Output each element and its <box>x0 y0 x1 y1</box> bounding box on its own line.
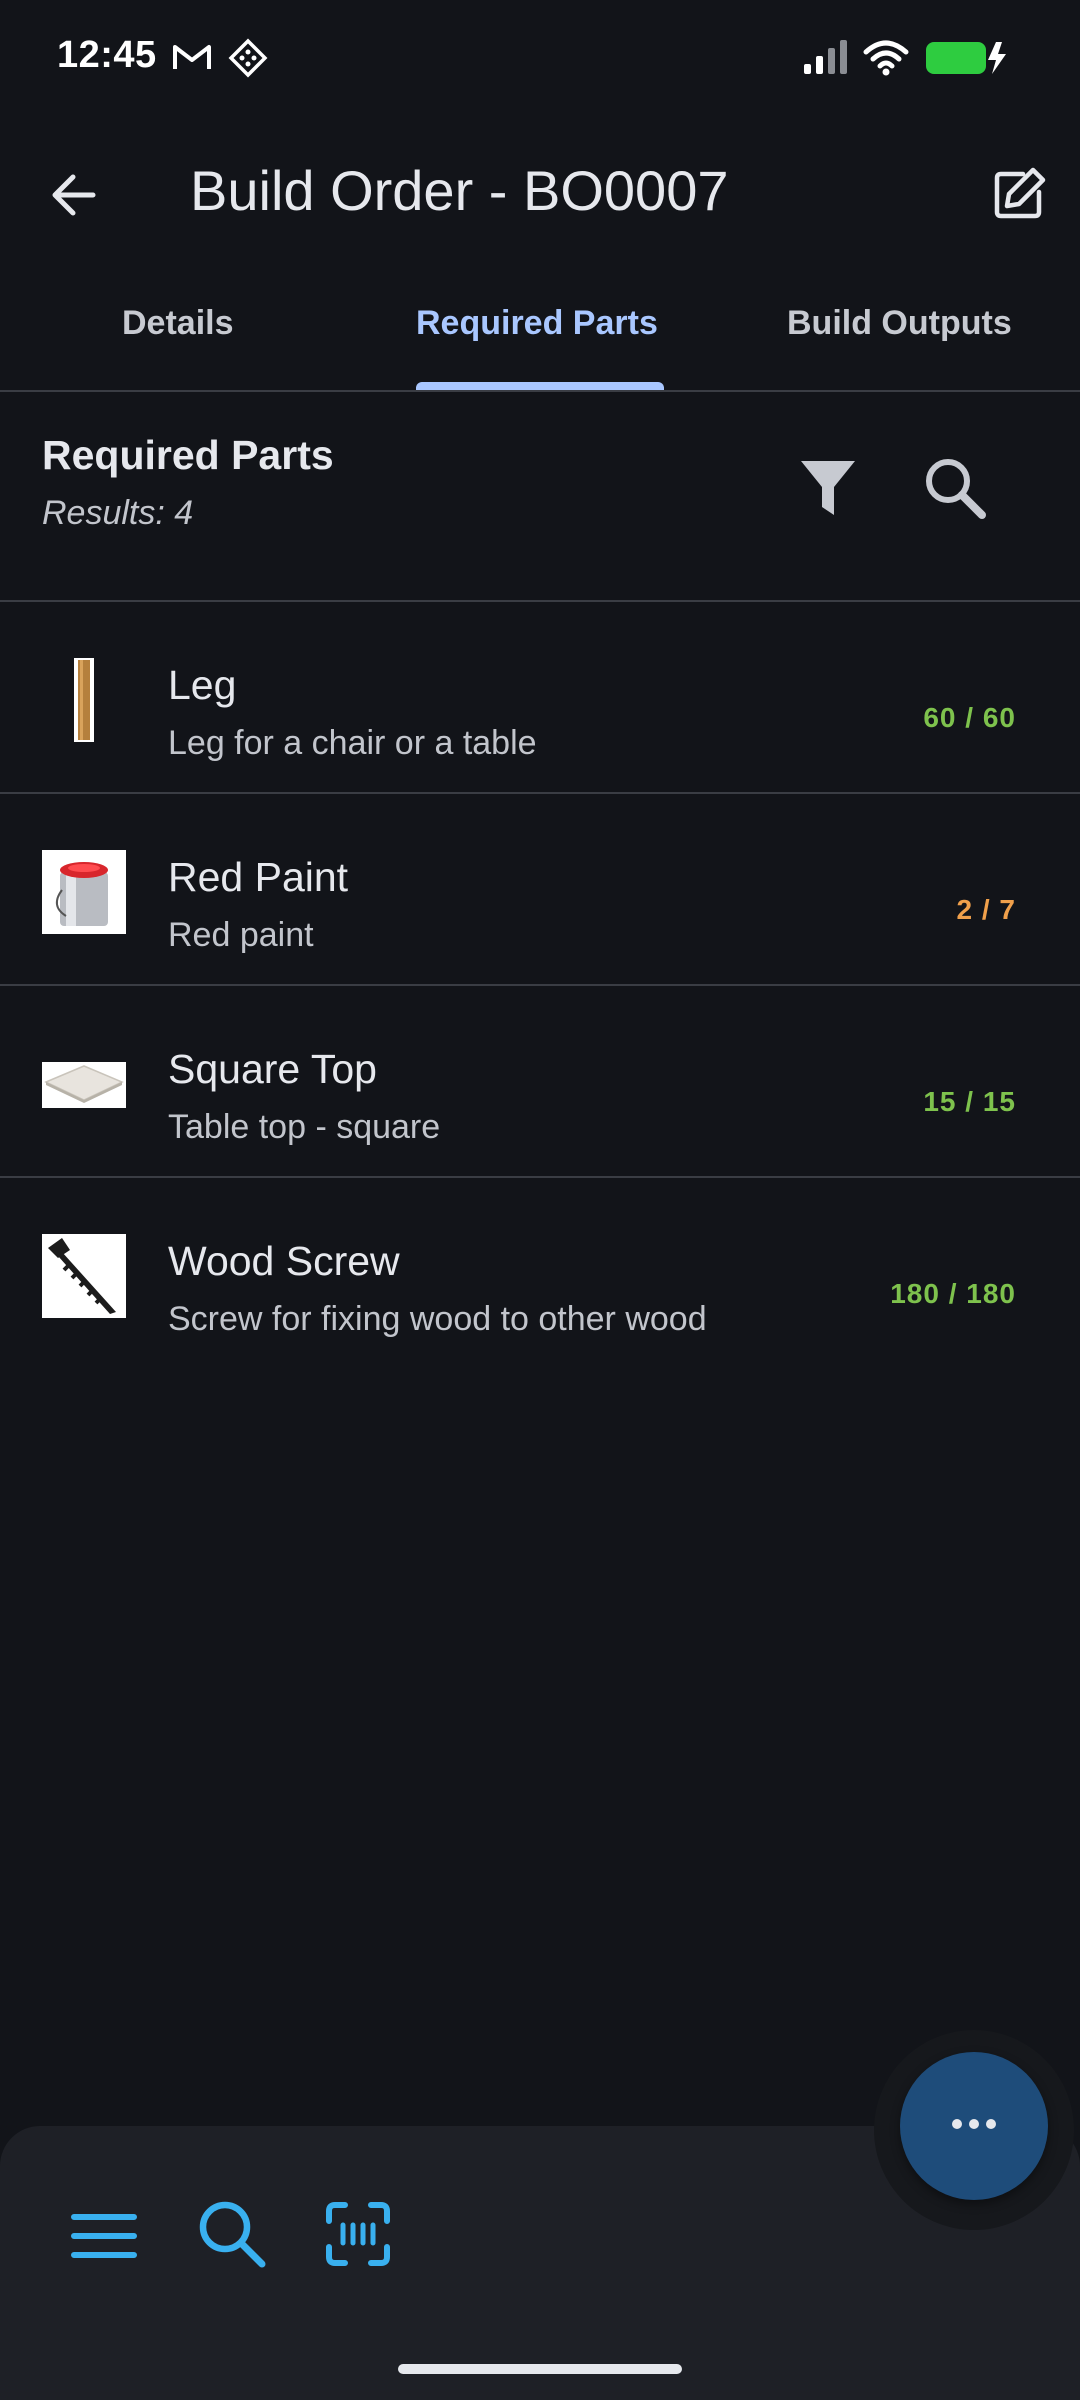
part-name: Square Top <box>168 1046 377 1092</box>
part-name: Wood Screw <box>168 1238 400 1284</box>
edit-icon <box>991 166 1047 227</box>
list-item[interactable]: Red Paint Red paint 2 / 7 <box>0 794 1080 986</box>
paint-can-thumbnail <box>42 850 126 934</box>
page-title: Build Order - BO0007 <box>190 159 729 222</box>
more-actions-button[interactable] <box>900 2052 1048 2200</box>
screen: 12:45 Build Order - BO0007 Details Requi… <box>0 0 1080 2400</box>
menu-icon <box>71 2211 137 2266</box>
battery-charging-icon <box>924 40 1010 81</box>
part-description: Screw for fixing wood to other wood <box>168 1300 707 1338</box>
active-tab-indicator <box>416 382 664 390</box>
part-quantity: 60 / 60 <box>923 702 1016 733</box>
scan-button[interactable] <box>318 2196 398 2276</box>
list-item[interactable]: Square Top Table top - square 15 / 15 <box>0 986 1080 1178</box>
arrow-left-icon <box>49 173 97 222</box>
list-item[interactable]: Wood Screw Screw for fixing wood to othe… <box>0 1178 1080 1368</box>
scan-icon <box>325 2201 391 2272</box>
search-nav-button[interactable] <box>190 2194 274 2278</box>
section-title: Required Parts <box>42 432 334 478</box>
tab-build-outputs[interactable]: Build Outputs <box>787 304 1012 343</box>
screw-thumbnail <box>42 1234 126 1318</box>
results-count: Results: 4 <box>42 494 194 532</box>
tab-bar: Details Required Parts Build Outputs <box>0 280 1080 392</box>
section-header: Required Parts Results: 4 <box>0 392 1080 602</box>
app-icon <box>228 38 268 83</box>
search-icon <box>196 2198 268 2275</box>
more-horizontal-icon <box>951 2117 997 2135</box>
signal-icon <box>802 38 850 81</box>
status-time: 12:45 <box>57 34 157 76</box>
part-description: Leg for a chair or a table <box>168 724 537 762</box>
part-name: Leg <box>168 662 237 708</box>
wifi-icon <box>862 38 910 81</box>
part-quantity: 2 / 7 <box>956 894 1016 925</box>
home-indicator[interactable] <box>398 2364 682 2374</box>
edit-button[interactable] <box>982 156 1056 236</box>
part-description: Table top - square <box>168 1108 441 1146</box>
leg-thumbnail <box>42 658 126 742</box>
part-quantity: 15 / 15 <box>923 1086 1016 1117</box>
table-top-thumbnail <box>42 1042 126 1126</box>
search-icon <box>922 455 988 526</box>
tab-required-parts[interactable]: Required Parts <box>416 304 658 343</box>
parts-list: Leg Leg for a chair or a table 60 / 60 R… <box>0 602 1080 1368</box>
gmail-icon <box>172 42 212 77</box>
search-button[interactable] <box>910 450 1000 530</box>
filter-icon <box>799 457 857 524</box>
app-bar: Build Order - BO0007 <box>0 130 1080 260</box>
status-bar: 12:45 <box>0 0 1080 120</box>
menu-button[interactable] <box>66 2200 142 2276</box>
part-name: Red Paint <box>168 854 349 900</box>
list-item[interactable]: Leg Leg for a chair or a table 60 / 60 <box>0 602 1080 794</box>
part-quantity: 180 / 180 <box>890 1278 1016 1309</box>
tab-details[interactable]: Details <box>122 304 234 343</box>
filter-button[interactable] <box>790 452 866 528</box>
back-button[interactable] <box>36 160 110 234</box>
part-description: Red paint <box>168 916 314 954</box>
